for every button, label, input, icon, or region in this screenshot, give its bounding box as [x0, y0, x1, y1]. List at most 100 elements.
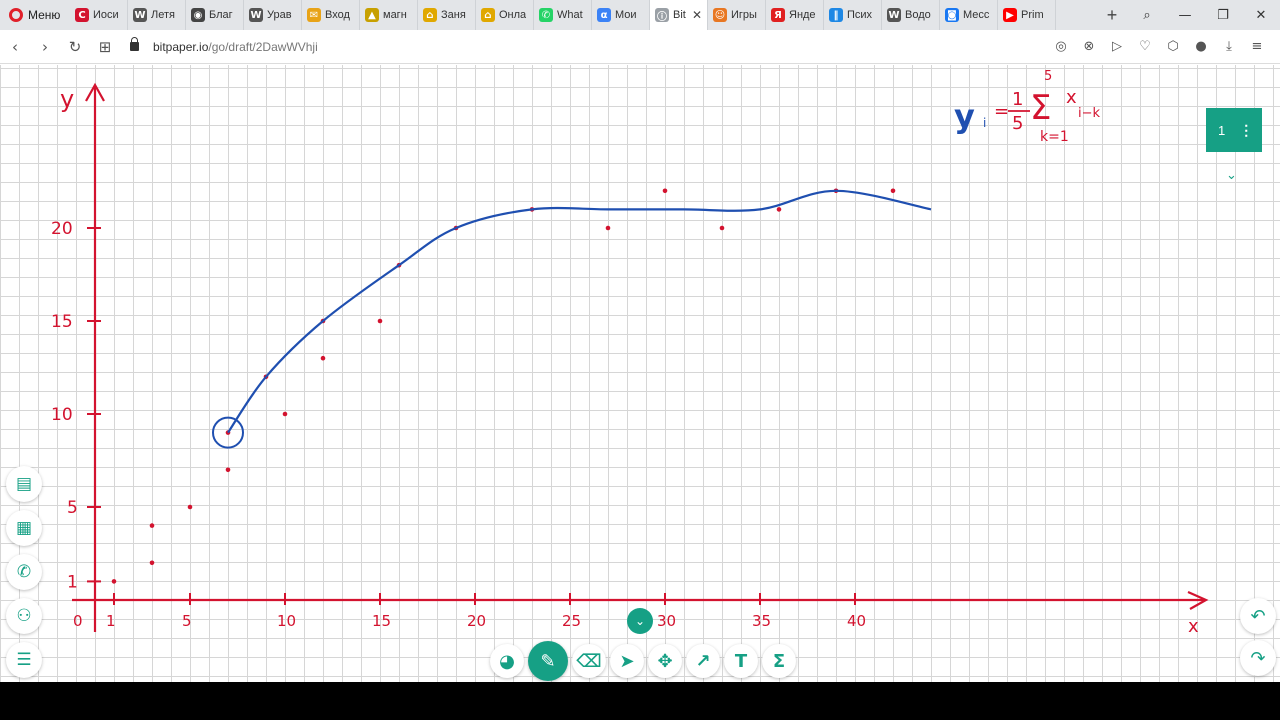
y-tick-label: 5 — [67, 498, 78, 518]
tab-favicon-icon: ⓘ — [655, 8, 669, 23]
formula-lower-limit: k=1 — [1040, 129, 1069, 145]
browser-tab[interactable]: W Водо — [882, 0, 940, 30]
browser-tab[interactable]: ◉ Благ — [186, 0, 244, 30]
data-point — [662, 188, 668, 194]
tab-favicon-icon: W — [249, 8, 263, 22]
clipboard-icon[interactable]: ▤ — [6, 466, 42, 502]
restore-icon[interactable]: ❐ — [1204, 8, 1242, 23]
download-icon[interactable]: ⤓ — [1220, 39, 1238, 54]
profile-icon[interactable]: ● — [1192, 39, 1210, 54]
menu-icon[interactable]: ☰ — [6, 642, 42, 678]
browser-tab[interactable]: ⌂ Заня — [418, 0, 476, 30]
tab-favicon-icon: ◙ — [945, 8, 959, 22]
browser-tab[interactable]: α Мои — [592, 0, 650, 30]
search-tabs-icon[interactable]: ⌕ — [1128, 8, 1166, 23]
browser-tab[interactable]: ▲ магн — [360, 0, 418, 30]
tab-favicon-icon: W — [887, 8, 901, 22]
close-window-icon[interactable]: ✕ — [1242, 8, 1280, 23]
tab-favicon-icon: ✉ — [307, 8, 321, 22]
new-tab-button[interactable]: + — [1096, 0, 1128, 30]
send-icon[interactable]: ▷ — [1108, 39, 1126, 54]
browser-tab[interactable]: ◙ Месс — [940, 0, 998, 30]
undo-icon[interactable]: ↶ — [1240, 598, 1276, 634]
phone-icon[interactable]: ✆ — [6, 554, 42, 590]
formula-coef-den: 5 — [1012, 113, 1023, 134]
browser-tab[interactable]: ✆ What — [534, 0, 592, 30]
browser-tab[interactable]: ☺ Игры — [708, 0, 766, 30]
cube-icon[interactable]: ⬡ — [1164, 39, 1182, 54]
tab-title: Янде — [789, 9, 816, 21]
x-tick-label: 20 — [467, 612, 486, 630]
tab-close-icon[interactable]: ✕ — [692, 8, 702, 22]
eraser-icon[interactable]: ⌫ — [572, 644, 606, 678]
camera-icon[interactable]: ◎ — [1052, 39, 1070, 54]
add-user-icon[interactable]: ⚇ — [6, 598, 42, 634]
page-menu-icon[interactable]: ⋮ — [1239, 122, 1253, 139]
tab-title: Заня — [441, 9, 466, 21]
data-point — [225, 467, 231, 473]
formula-eq: = — [994, 101, 1009, 122]
lock-icon — [130, 37, 139, 51]
browser-tab[interactable]: С Иоси — [70, 0, 128, 30]
browser-tab[interactable]: ⌂ Онла — [476, 0, 534, 30]
laser-pointer-icon[interactable]: ↗ — [686, 644, 720, 678]
formula-upper-limit: 5 — [1044, 69, 1052, 84]
tab-title: Урав — [267, 9, 292, 21]
select-pointer-icon[interactable]: ➤ — [610, 644, 644, 678]
tab-favicon-icon: ✆ — [539, 8, 553, 22]
browser-tab[interactable]: W Летя — [128, 0, 186, 30]
toolbar-collapse-icon[interactable]: ⌄ — [627, 608, 653, 634]
url-path: /go/draft/2DawWVhji — [208, 39, 318, 54]
color-palette-icon[interactable]: ◕ — [490, 644, 524, 678]
x-tick-label: 1 — [106, 612, 116, 630]
move-tool-icon[interactable]: ✥ — [648, 644, 682, 678]
data-point — [282, 411, 288, 417]
tab-title: Bit — [673, 9, 686, 21]
data-point — [149, 523, 155, 528]
reload-icon[interactable]: ↻ — [60, 38, 90, 56]
browser-tab[interactable]: ‖ Псих — [824, 0, 882, 30]
grid-icon[interactable]: ▦ — [6, 510, 42, 546]
x-axis-label: x — [1188, 616, 1199, 637]
pages-expand-icon[interactable]: ⌄ — [1226, 168, 1237, 183]
minimize-icon[interactable]: — — [1166, 8, 1204, 23]
browser-tab[interactable]: ⓘ Bit ✕ — [650, 0, 708, 30]
tab-favicon-icon: ☺ — [713, 8, 727, 22]
easy-setup-icon[interactable]: ≡ — [1248, 39, 1266, 54]
url-field[interactable]: bitpaper.io/go/draft/2DawWVhji — [153, 40, 318, 54]
tab-title: Вход — [325, 9, 350, 21]
heart-icon[interactable]: ♡ — [1136, 39, 1154, 54]
tab-title: Онла — [499, 9, 527, 21]
tab-favicon-icon: С — [75, 8, 89, 22]
tab-favicon-icon: α — [597, 8, 611, 22]
redo-icon[interactable]: ↷ — [1240, 640, 1276, 676]
data-point — [890, 188, 896, 194]
moving-average-formula: y i = 1 5 Σ 5 k=1 x i−k — [954, 69, 1101, 145]
page-indicator[interactable]: 1 ⋮ — [1206, 108, 1262, 152]
data-point — [776, 207, 782, 212]
tab-title: What — [557, 9, 583, 21]
tab-title: Благ — [209, 9, 233, 21]
browser-tab[interactable]: ✉ Вход — [302, 0, 360, 30]
pen-tool-icon[interactable]: ✎ — [528, 641, 568, 681]
tab-favicon-icon: ⌂ — [481, 8, 495, 22]
opera-menu-button[interactable]: Меню — [0, 0, 70, 30]
data-point — [149, 560, 155, 566]
browser-tab[interactable]: W Урав — [244, 0, 302, 30]
text-tool-icon[interactable]: T — [724, 644, 758, 678]
math-tool-icon[interactable]: Σ — [762, 644, 796, 678]
formula-lhs: y — [954, 97, 975, 135]
adblock-icon[interactable]: ⊗ — [1080, 39, 1098, 54]
tab-title: Водо — [905, 9, 931, 21]
tiles-icon[interactable]: ⊞ — [90, 38, 120, 56]
tab-favicon-icon: Я — [771, 8, 785, 22]
back-icon[interactable]: ‹ — [0, 38, 30, 56]
forward-icon[interactable]: › — [30, 38, 60, 56]
left-toolbar: ▤ ▦ ✆ ⚇ ☰ — [6, 466, 42, 678]
data-point — [719, 225, 725, 231]
whiteboard-canvas[interactable]: x y 0 1 5 10 15 20 25 30 35 40 1 5 10 15 20 y i = 1 5… — [0, 65, 1280, 682]
data-point — [111, 579, 117, 584]
browser-tab[interactable]: ▶ Prim — [998, 0, 1056, 30]
tab-title: Летя — [151, 9, 175, 21]
browser-tab[interactable]: Я Янде — [766, 0, 824, 30]
